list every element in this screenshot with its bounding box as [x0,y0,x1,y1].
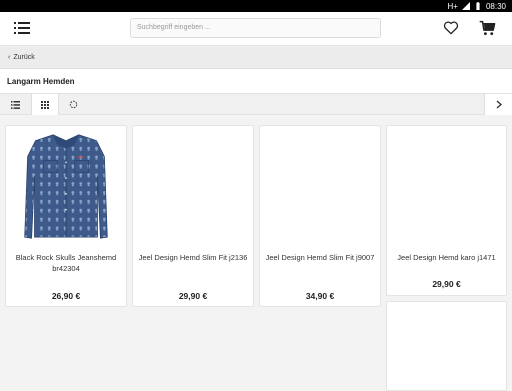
category-header: Langarm Hemden [0,69,512,93]
product-card[interactable] [386,301,507,391]
product-grid: Black Rock Skulls Jeanshemd br42304 26,9… [5,125,507,391]
product-name: Jeel Design Hemd Slim Fit j9007 [265,253,375,262]
product-image-placeholder [260,126,380,244]
product-price: 34,90 € [305,291,335,301]
status-time: 08:30 [485,1,506,11]
chevron-right-icon [496,100,502,109]
product-price: 29,90 € [432,279,461,289]
search-input[interactable]: Suchbegriff eingeben ... [130,18,381,38]
grid-view-icon [41,100,49,109]
app-header: Suchbegriff eingeben ... [0,12,512,46]
shopping-cart-icon[interactable] [479,20,496,36]
battery-icon [476,2,480,10]
grid-view-button[interactable] [31,94,59,115]
refresh-button[interactable] [59,94,87,115]
chevron-left-icon: ‹ [8,54,11,61]
product-name: Jeel Design Hemd Slim Fit j2136 [138,253,248,262]
next-page-button[interactable] [484,94,512,115]
product-price: 26,90 € [51,291,81,301]
product-name: Black Rock Skulls Jeanshemd br42304 [15,253,117,273]
status-bar: H+ 08:30 [0,0,512,12]
view-toolbar [0,93,512,115]
heart-icon[interactable] [443,21,459,35]
hamburger-menu-icon[interactable] [14,21,30,35]
product-price: 29,90 € [178,291,208,301]
product-name: Jeel Design Hemd karo j1471 [397,253,496,262]
product-card[interactable]: Jeel Design Hemd karo j1471 29,90 € [386,125,507,296]
product-image-placeholder [133,126,253,244]
product-card[interactable]: Jeel Design Hemd Slim Fit j2136 29,90 € [132,125,254,307]
denim-shirt-image [24,134,108,239]
product-card[interactable]: Jeel Design Hemd Slim Fit j9007 34,90 € [259,125,381,307]
page-title: Langarm Hemden [7,76,75,86]
back-button[interactable]: ‹ Zurück [0,47,512,69]
back-label: Zurück [13,54,35,61]
signal-icon [461,2,470,10]
network-type: H+ [447,1,458,11]
list-view-button[interactable] [1,94,29,115]
product-image-placeholder [387,126,506,244]
loading-spinner-icon [69,100,77,109]
product-card[interactable]: Black Rock Skulls Jeanshemd br42304 26,9… [5,125,127,307]
list-view-icon [10,100,20,109]
